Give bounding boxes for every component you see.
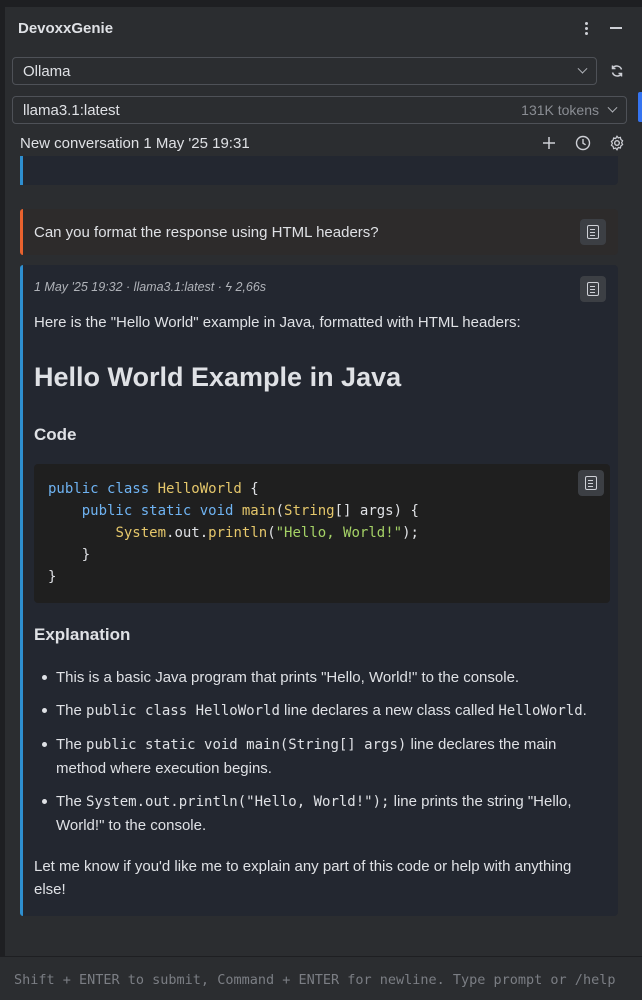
code-block: public class HelloWorld { public static … [34,464,610,603]
code-line: System.out.println("Hello, World!"); [115,525,419,541]
refresh-icon [611,65,623,77]
chevron-down-icon [577,63,588,74]
minimize-icon [610,27,622,29]
app-title: DevoxxGenie [18,19,114,37]
copy-icon [587,282,599,296]
response-outro: Let me know if you'd like me to explain … [34,858,572,898]
user-message: Can you format the response using HTML h… [20,209,618,255]
settings-button[interactable] [608,134,626,152]
copy-icon [585,476,597,490]
more-vertical-icon [584,21,588,35]
conversation-scroll-area[interactable]: Can you format the response using HTML h… [18,156,622,916]
minimize-button[interactable] [608,19,624,37]
copy-response-button[interactable] [580,276,606,302]
prompt-input-bar [0,956,642,1000]
code-heading: Code [34,425,77,444]
provider-selected-value: Ollama [23,62,71,80]
copy-icon [587,225,599,239]
explanation-list: This is a basic Java program that prints… [34,666,602,847]
user-message-accent [20,209,23,255]
code-line: } [48,547,91,563]
new-conversation-button[interactable] [540,134,558,152]
provider-row: Ollama [12,57,627,85]
window-left-edge [0,0,5,1000]
user-message-text: Can you format the response using HTML h… [34,223,379,241]
list-item: The System.out.println("Hello, World!");… [34,790,602,837]
plus-icon [543,137,555,149]
inline-code: public static void main(String[] args) [86,737,407,753]
copy-code-button[interactable] [578,470,604,496]
list-item: The public class HelloWorld line declare… [34,699,602,723]
chevron-down-icon [607,102,618,113]
window-top-edge [0,0,642,7]
response-heading: Hello World Example in Java [34,362,402,392]
inline-code: System.out.println("Hello, World!"); [86,794,390,810]
tool-window-stripe-indicator [638,92,642,122]
conversation-actions [540,134,626,152]
provider-select[interactable]: Ollama [12,57,597,85]
explanation-heading: Explanation [34,625,131,644]
code-line: } [48,569,57,585]
previous-response-tail [20,156,618,185]
model-select[interactable]: llama3.1:latest 131K tokens [12,96,627,124]
ai-response: 1 May '25 19:32 · llama3.1:latest · ϟ 2,… [20,265,618,916]
history-icon [575,135,591,151]
refresh-models-button[interactable] [607,61,627,81]
copy-user-message-button[interactable] [580,219,606,245]
list-item: The public static void main(String[] arg… [34,733,602,780]
history-button[interactable] [574,134,592,152]
response-meta: 1 May '25 19:32 · llama3.1:latest · ϟ 2,… [34,280,267,294]
tool-window-header: DevoxxGenie [18,18,624,38]
code-line: public static void main(String[] args) { [81,503,419,519]
conversation-bar: New conversation 1 May '25 19:31 [20,132,626,154]
ai-response-accent [20,265,23,916]
list-item: This is a basic Java program that prints… [34,666,602,689]
code-content: public class HelloWorld { public static … [48,478,596,588]
response-intro: Here is the "Hello World" example in Jav… [34,314,521,331]
code-line: public class HelloWorld { [48,481,259,497]
inline-code: public class HelloWorld [86,703,280,719]
model-selected-value: llama3.1:latest [23,101,120,119]
token-count: 131K tokens [521,102,599,118]
more-options-button[interactable] [578,19,594,37]
conversation-title: New conversation 1 May '25 19:31 [20,134,250,152]
gear-icon [610,135,624,151]
inline-code: HelloWorld [498,703,583,719]
header-actions [578,19,624,37]
prompt-input[interactable] [14,969,632,991]
model-row: llama3.1:latest 131K tokens [12,96,627,124]
